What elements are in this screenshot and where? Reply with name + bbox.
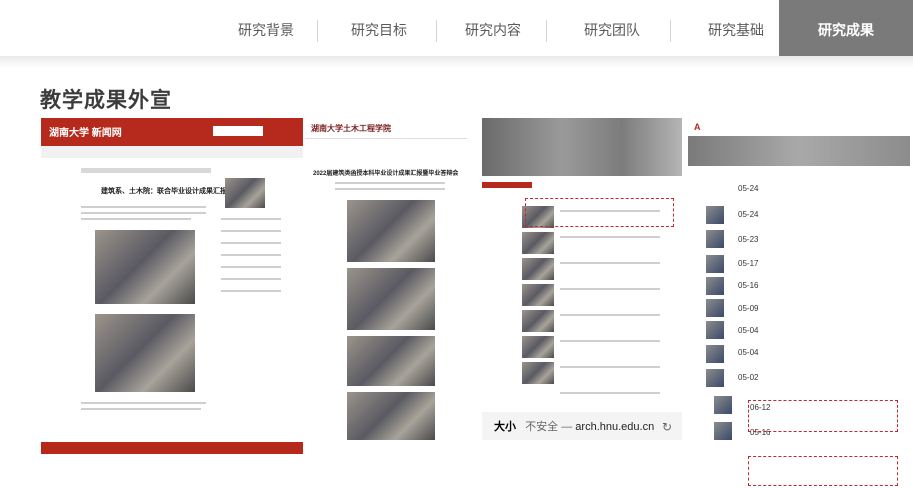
news-thumb [706,230,724,248]
news-date: 05-23 [738,235,759,244]
sidebar-line [221,266,281,268]
news-thumb [522,258,554,280]
news-screenshot-hnu[interactable]: 湖南大学 新闻网 建筑系、土木院：联合毕业设计成果汇报会举行 [41,118,303,454]
site-banner [688,136,910,166]
sidebar-line [221,254,281,256]
news-date: 05-24 [738,210,759,219]
news-thumb [706,277,724,295]
nav-item-results[interactable]: 研究成果 [779,0,913,56]
text-line [560,262,660,264]
text-line [335,182,445,184]
news-thumb [706,299,724,317]
nav-item-foundation[interactable]: 研究基础 [694,0,778,56]
news-thumb [706,255,724,273]
url-text: 大小 不安全 — arch.hnu.edu.cn [494,418,654,434]
sidebar-photo [225,178,265,208]
nav-item-team[interactable]: 研究团队 [564,0,660,56]
news-date: 05-04 [738,326,759,335]
article-photo [347,200,435,262]
news-thumb [706,206,724,224]
news-thumb [522,310,554,332]
sidebar-line [221,242,281,244]
text-line [335,188,445,190]
news-date: 05-04 [738,348,759,357]
text-line [81,408,201,410]
site-banner [482,118,682,176]
article-photo [347,336,435,386]
text-line [81,212,206,214]
nav-item-goals[interactable]: 研究目标 [334,0,424,56]
nav-separator [546,20,547,42]
news-thumb [706,321,724,339]
site-footer [41,442,303,454]
url-host: arch.hnu.edu.cn [575,421,655,433]
text-line [560,314,660,316]
highlight-box [748,456,898,486]
highlight-box [748,400,898,432]
text-line [560,366,660,368]
news-thumb [522,284,554,306]
news-thumb [522,232,554,254]
sidebar-line [221,290,281,292]
nav-separator [670,20,671,42]
news-date: 05-16 [738,281,759,290]
reload-icon[interactable]: ↻ [662,420,672,434]
news-date: 05-17 [738,259,759,268]
article-photo [347,268,435,330]
nav-item-content[interactable]: 研究内容 [443,0,543,56]
news-date: 05-02 [738,373,759,382]
site-logo: 湖南大学土木工程学院 [311,124,391,133]
article-headline: 2022届建筑类函授本科毕业设计成果汇报暨毕业答辩会 [313,171,459,177]
site-logo: 湖南大学 新闻网 [49,128,122,139]
news-date: 05-24 [738,184,759,193]
url-dash: — [561,421,573,433]
sidebar-line [221,230,281,232]
article-photo [95,314,195,392]
news-screenshot-civil[interactable]: 湖南大学土木工程学院 2022届建筑类函授本科毕业设计成果汇报暨毕业答辩会 [305,118,467,454]
text-line [81,206,206,208]
nav-separator [317,20,318,42]
site-logo-icon: A [694,122,701,132]
insecure-label: 不安全 [525,421,559,433]
top-nav: 研究背景 研究目标 研究内容 研究团队 研究基础 研究成果 [0,0,913,56]
news-thumb [714,396,732,414]
news-thumb [714,422,732,440]
nav-shadow [0,56,913,68]
nav-placeholder [81,168,211,173]
breadcrumb [41,146,303,158]
news-thumb [706,369,724,387]
nav-separator [436,20,437,42]
section-title: 教学成果外宣 [40,89,172,112]
article-photo [95,230,195,304]
sidebar-header [482,182,532,188]
text-line [560,288,660,290]
nav-item-background[interactable]: 研究背景 [226,0,306,56]
news-screenshot-arch[interactable]: 大小 不安全 — arch.hnu.edu.cn ↻ [482,118,682,454]
article-photo [347,392,435,440]
text-line [560,392,660,394]
news-thumb [706,345,724,363]
text-line [560,236,660,238]
search-box [213,126,263,136]
sidebar-line [221,278,281,280]
sidebar-line [221,218,281,220]
text-line [81,402,206,404]
text-line [81,218,191,220]
text-line [560,340,660,342]
text-size-control[interactable]: 大小 [494,421,516,433]
news-date: 05-09 [738,304,759,313]
news-thumb [522,336,554,358]
news-thumb [522,362,554,384]
highlight-box [525,198,674,227]
